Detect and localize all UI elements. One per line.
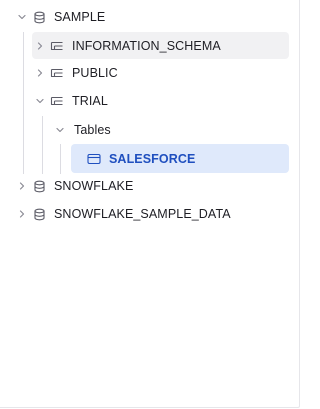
schema-icon — [50, 39, 64, 53]
tree-item-label: SNOWFLAKE_SAMPLE_DATA — [54, 207, 231, 221]
tree-item-label: SALESFORCE — [109, 151, 196, 166]
object-explorer-panel: SAMPLE INFORMATION_SCHEMA PUBLIC TRIAL T… — [0, 0, 300, 408]
chevron-right-icon[interactable] — [34, 67, 46, 79]
tree-item-label: TRIAL — [72, 94, 108, 108]
chevron-down-icon[interactable] — [54, 124, 66, 136]
tree-item-snowflake-sample-data[interactable]: SNOWFLAKE_SAMPLE_DATA — [14, 201, 284, 227]
database-icon — [32, 179, 46, 193]
schema-icon — [50, 94, 64, 108]
database-icon — [32, 207, 46, 221]
tree-item-label: SAMPLE — [54, 10, 106, 24]
tree-guide-line — [42, 116, 43, 174]
table-icon — [87, 152, 101, 166]
tree-item-label: INFORMATION_SCHEMA — [72, 38, 221, 53]
tree-item-tables-folder[interactable]: Tables — [52, 117, 289, 143]
schema-icon — [50, 66, 64, 80]
tree-item-information-schema[interactable]: INFORMATION_SCHEMA — [32, 32, 289, 59]
tree-guide-line — [60, 144, 61, 174]
tree-item-public[interactable]: PUBLIC — [32, 60, 289, 86]
tree-guide-line — [23, 32, 24, 174]
chevron-right-icon[interactable] — [16, 180, 28, 192]
tree-item-label: PUBLIC — [72, 66, 118, 80]
tree-item-snowflake[interactable]: SNOWFLAKE — [14, 173, 284, 199]
tree-item-salesforce[interactable]: SALESFORCE — [71, 144, 289, 173]
tree-item-label: SNOWFLAKE — [54, 179, 134, 193]
chevron-down-icon[interactable] — [16, 11, 28, 23]
tree-item-sample[interactable]: SAMPLE — [14, 4, 284, 30]
database-icon — [32, 10, 46, 24]
chevron-down-icon[interactable] — [34, 95, 46, 107]
chevron-right-icon[interactable] — [16, 208, 28, 220]
tree-item-trial[interactable]: TRIAL — [32, 88, 289, 114]
tree-item-label: Tables — [74, 123, 111, 137]
chevron-right-icon[interactable] — [34, 40, 46, 52]
